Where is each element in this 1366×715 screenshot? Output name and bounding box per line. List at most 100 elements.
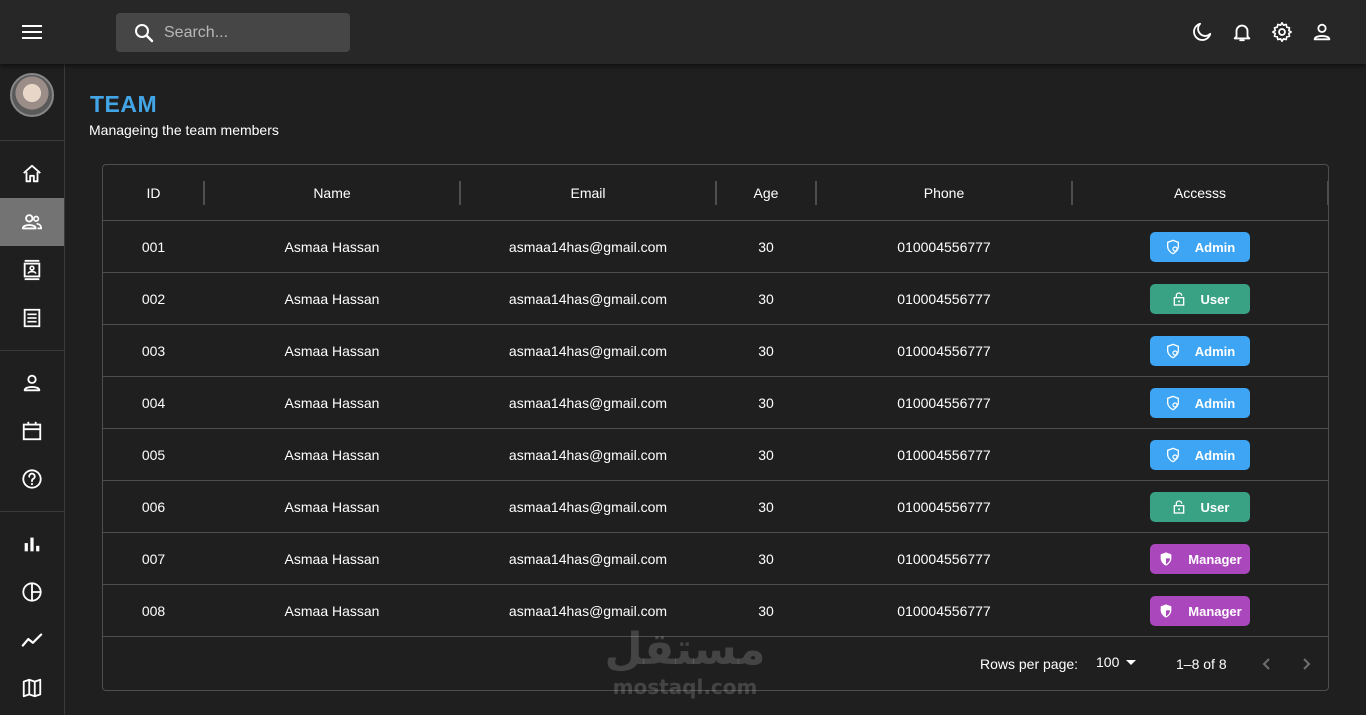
cell-age: 30 [758, 343, 774, 359]
column-separator[interactable] [1327, 181, 1328, 205]
sidebar [0, 64, 65, 715]
column-header-phone[interactable]: Phone [816, 165, 1072, 221]
avatar[interactable] [10, 73, 54, 117]
access-badge-admin: Admin [1150, 336, 1250, 366]
previous-page-button[interactable] [1255, 652, 1279, 676]
table-row[interactable]: 005 Asmaa Hassan asmaa14has@gmail.com 30 010… [103, 429, 1328, 481]
bar-chart-icon [24, 537, 40, 552]
cell-phone: 010004556777 [897, 239, 991, 255]
lock-open-icon [1173, 292, 1184, 306]
header-actions [1182, 12, 1342, 52]
access-label: User [1200, 499, 1230, 515]
people-icon [21, 214, 42, 230]
main-content: TEAM Manageing the team members ID Name … [65, 64, 1366, 715]
sidebar-item-team[interactable] [0, 198, 64, 246]
column-header-email[interactable]: Email [460, 165, 716, 221]
access-badge-manager: Manager [1150, 544, 1250, 574]
access-label: Manager [1188, 551, 1242, 567]
cell-email: asmaa14has@gmail.com [508, 499, 668, 515]
settings-button[interactable] [1262, 12, 1302, 52]
sidebar-item-geography[interactable] [0, 664, 64, 712]
cell-access: Admin [1072, 325, 1328, 377]
table-row[interactable]: 003 Asmaa Hassan asmaa14has@gmail.com 30 010… [103, 325, 1328, 377]
cell-email: asmaa14has@gmail.com [508, 447, 668, 463]
pie-chart-icon [22, 582, 42, 602]
table-row[interactable]: 007 Asmaa Hassan asmaa14has@gmail.com 30 010… [103, 533, 1328, 585]
caret-down-icon [1126, 660, 1137, 665]
receipt-icon [23, 308, 41, 328]
column-header-age[interactable]: Age [716, 165, 816, 221]
search-icon [135, 23, 154, 42]
access-label: Admin [1194, 239, 1236, 255]
cell-email: asmaa14has@gmail.com [508, 291, 668, 307]
cell-access: Admin [1072, 377, 1328, 429]
person-icon [1313, 23, 1331, 41]
table-row[interactable]: 008 Asmaa Hassan asmaa14has@gmail.com 30 010… [103, 585, 1328, 637]
dark-mode-toggle[interactable] [1182, 12, 1222, 52]
cell-email: asmaa14has@gmail.com [508, 239, 668, 255]
cell-email: asmaa14has@gmail.com [508, 551, 668, 567]
cell-phone: 010004556777 [897, 603, 991, 619]
line-chart-icon [21, 633, 43, 647]
cell-id: 006 [141, 499, 166, 515]
search-input[interactable] [164, 23, 334, 42]
sidebar-item-calendar[interactable] [0, 407, 64, 455]
access-badge-admin: Admin [1150, 232, 1250, 262]
sidebar-item-contacts[interactable] [0, 246, 64, 294]
page-title: TEAM [90, 91, 158, 117]
cell-phone: 010004556777 [897, 447, 991, 463]
moon-icon [1193, 22, 1212, 41]
access-label: Admin [1194, 395, 1236, 411]
menu-icon [22, 25, 42, 39]
cell-phone: 010004556777 [897, 291, 991, 307]
next-page-button[interactable] [1294, 652, 1318, 676]
sidebar-item-faq[interactable] [0, 455, 64, 503]
cell-phone: 010004556777 [897, 551, 991, 567]
table-row[interactable]: 002 Asmaa Hassan asmaa14has@gmail.com 30 010… [103, 273, 1328, 325]
sidebar-divider [0, 140, 65, 141]
sidebar-item-profile[interactable] [0, 359, 64, 407]
column-header-name[interactable]: Name [204, 165, 460, 221]
cell-name: Asmaa Hassan [284, 499, 380, 515]
notifications-button[interactable] [1222, 12, 1262, 52]
menu-button[interactable] [12, 12, 52, 52]
lock-open-icon [1173, 500, 1184, 514]
column-header-access[interactable]: Accesss [1072, 165, 1328, 221]
table-header: ID Name Email Age Phone Accesss [103, 165, 1328, 221]
cell-name: Asmaa Hassan [284, 603, 380, 619]
table-footer: Rows per page: 100 1–8 of 8 [103, 638, 1328, 690]
sidebar-divider [0, 511, 65, 512]
cell-id: 003 [141, 343, 166, 359]
table-row[interactable]: 001 Asmaa Hassan asmaa14has@gmail.com 30 010… [103, 221, 1328, 273]
cell-name: Asmaa Hassan [284, 447, 380, 463]
table-row[interactable]: 006 Asmaa Hassan asmaa14has@gmail.com 30 010… [103, 481, 1328, 533]
cell-phone: 010004556777 [897, 499, 991, 515]
cell-id: 004 [141, 395, 166, 411]
rows-per-page-select[interactable]: 100 [1096, 654, 1137, 670]
cell-age: 30 [758, 291, 774, 307]
admin-shield-icon [1166, 239, 1179, 255]
person-icon [23, 374, 41, 392]
cell-name: Asmaa Hassan [284, 291, 380, 307]
rows-per-page-value: 100 [1096, 654, 1120, 670]
cell-access: User [1072, 481, 1328, 533]
cell-age: 30 [758, 551, 774, 567]
team-table: ID Name Email Age Phone Accesss 001 Asmaa… [102, 164, 1329, 691]
column-header-id[interactable]: ID [103, 165, 204, 221]
cell-age: 30 [758, 447, 774, 463]
sidebar-item-line-chart[interactable] [0, 616, 64, 664]
cell-name: Asmaa Hassan [284, 395, 380, 411]
security-shield-icon [1160, 552, 1172, 566]
sidebar-item-bar-chart[interactable] [0, 520, 64, 568]
cell-name: Asmaa Hassan [284, 551, 380, 567]
profile-button[interactable] [1302, 12, 1342, 52]
access-badge-manager: Manager [1150, 596, 1250, 626]
sidebar-item-invoices[interactable] [0, 294, 64, 342]
calendar-icon [22, 421, 42, 441]
cell-age: 30 [758, 395, 774, 411]
table-row[interactable]: 004 Asmaa Hassan asmaa14has@gmail.com 30 010… [103, 377, 1328, 429]
bell-icon [1233, 24, 1251, 42]
sidebar-item-pie-chart[interactable] [0, 568, 64, 616]
cell-email: asmaa14has@gmail.com [508, 343, 668, 359]
sidebar-item-home[interactable] [0, 150, 64, 198]
